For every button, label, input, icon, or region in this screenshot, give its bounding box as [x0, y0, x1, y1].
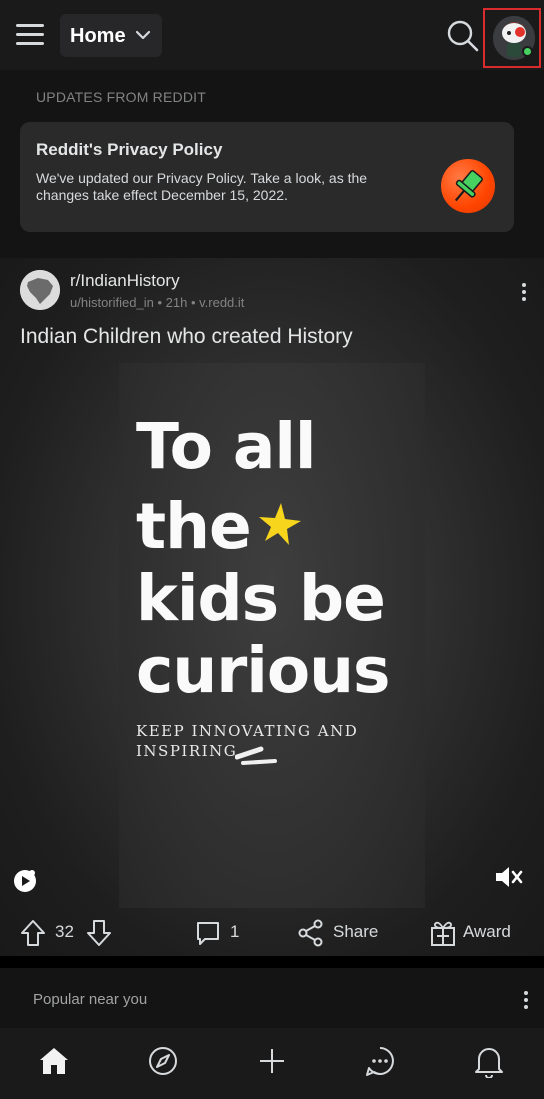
media-text-line: To all: [136, 410, 317, 483]
compass-icon[interactable]: [146, 1044, 180, 1078]
award-button[interactable]: Award: [463, 922, 511, 942]
chalk-stroke: [235, 746, 277, 765]
privacy-policy-card[interactable]: Reddit's Privacy Policy We've updated ou…: [20, 122, 514, 232]
plus-icon[interactable]: [255, 1044, 289, 1078]
video-play-icon[interactable]: [12, 868, 38, 894]
policy-card-text: We've updated our Privacy Policy. Take a…: [36, 170, 368, 203]
vote-count: 32: [55, 922, 74, 941]
media-text-line: curious: [136, 634, 390, 707]
search-icon[interactable]: [444, 18, 480, 54]
post-actions: 32 1 Share Award: [0, 910, 544, 956]
pushpin-icon: [441, 159, 495, 213]
downvote-icon[interactable]: [86, 918, 112, 948]
bottom-navigation: [0, 1028, 544, 1099]
comment-count[interactable]: 1: [230, 922, 239, 942]
post-card[interactable]: r/IndianHistory u/historified_in • 21h •…: [0, 258, 544, 956]
media-tagline: INSPIRING: [136, 742, 238, 760]
mute-icon[interactable]: [494, 864, 524, 890]
feed-label: Home: [70, 25, 126, 47]
subreddit-name[interactable]: r/IndianHistory: [70, 271, 180, 291]
chevron-down-icon: [135, 30, 151, 40]
more-options-icon[interactable]: [512, 280, 536, 304]
award-icon[interactable]: [430, 918, 456, 948]
online-status-dot: [522, 46, 533, 57]
upvote-icon[interactable]: [20, 918, 46, 948]
post-author[interactable]: u/historified_in: [70, 295, 154, 310]
post-meta: u/historified_in • 21h • v.redd.it: [70, 295, 244, 310]
home-icon[interactable]: [37, 1044, 71, 1078]
popular-near-you-section[interactable]: Popular near you: [0, 968, 544, 1028]
post-domain[interactable]: v.redd.it: [199, 295, 244, 310]
share-button[interactable]: Share: [333, 922, 378, 942]
feed-selector[interactable]: Home: [60, 14, 162, 57]
chat-icon[interactable]: [363, 1044, 397, 1078]
comment-icon[interactable]: [195, 918, 221, 948]
meta-separator: •: [157, 295, 166, 310]
star-icon: [259, 503, 301, 545]
updates-section: UPDATES FROM REDDIT Reddit's Privacy Pol…: [0, 70, 544, 258]
share-icon[interactable]: [298, 918, 324, 948]
subreddit-avatar[interactable]: [20, 270, 60, 310]
updates-section-title: UPDATES FROM REDDIT: [36, 89, 206, 105]
media-tagline: KEEP INNOVATING AND: [136, 722, 359, 740]
media-text-line: the: [136, 490, 252, 563]
policy-card-title: Reddit's Privacy Policy: [36, 140, 223, 159]
bell-icon[interactable]: [472, 1044, 506, 1078]
top-bar: Home: [0, 0, 544, 70]
popular-label: Popular near you: [33, 991, 148, 1008]
media-text-line: kids be: [136, 562, 386, 635]
post-title[interactable]: Indian Children who created History: [20, 325, 353, 349]
profile-avatar-button[interactable]: [483, 8, 541, 68]
menu-icon[interactable]: [12, 16, 48, 52]
post-age: 21h: [165, 295, 188, 310]
meta-separator: •: [190, 295, 200, 310]
feed-divider: [0, 956, 544, 968]
post-video[interactable]: To all the kids be curious KEEP INNOVATI…: [119, 363, 425, 908]
more-options-icon[interactable]: [514, 988, 538, 1012]
